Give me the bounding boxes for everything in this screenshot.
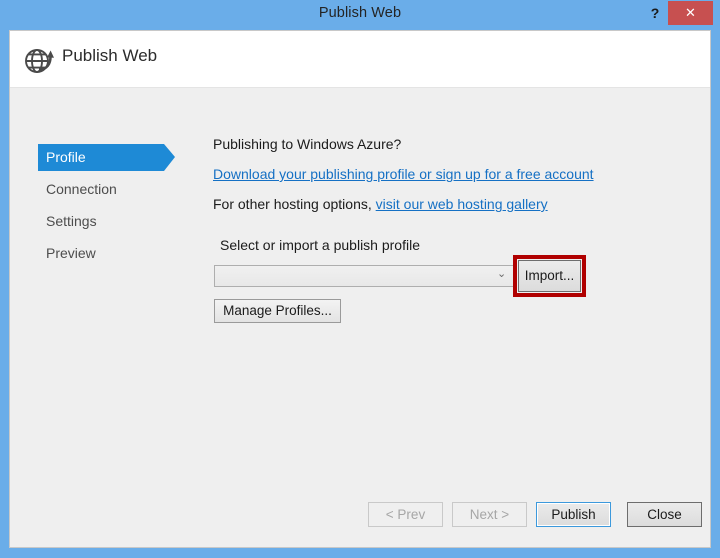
sidebar-item-label: Settings [46,213,97,229]
title-bar: Publish Web ? ✕ [0,0,720,30]
dialog-footer: < Prev Next > Publish Close [200,493,710,547]
prev-button[interactable]: < Prev [368,502,443,527]
sidebar-item-label: Connection [46,181,117,197]
dialog-client-area: Publish Web Profile Connection Settings … [9,30,711,548]
dialog-title: Publish Web [62,46,158,65]
help-button[interactable]: ? [644,1,666,25]
select-profile-label: Select or import a publish profile [220,237,420,253]
azure-prompt-text: Publishing to Windows Azure? [213,136,402,152]
sidebar-item-label: Preview [46,245,96,261]
hosting-options-text: For other hosting options, [213,196,372,212]
publish-web-window: Publish Web ? ✕ Publish Web Profile Conn… [0,0,720,558]
wizard-sidebar: Profile Connection Settings Preview [10,88,200,547]
sidebar-selected-arrow-icon [164,144,175,171]
profile-panel: Publishing to Windows Azure? Download yo… [200,88,710,547]
azure-publishing-profile-link[interactable]: Download your publishing profile or sign… [213,166,594,182]
sidebar-item-settings[interactable]: Settings [38,208,164,235]
publish-button[interactable]: Publish [536,502,611,527]
close-window-button[interactable]: ✕ [668,1,713,25]
web-hosting-gallery-link[interactable]: visit our web hosting gallery [376,196,548,212]
sidebar-item-connection[interactable]: Connection [38,176,164,203]
globe-publish-icon [22,43,56,77]
sidebar-item-profile[interactable]: Profile [38,144,164,171]
import-button[interactable]: Import... [518,260,581,292]
window-title: Publish Web [318,5,402,21]
dialog-header: Publish Web [10,31,710,88]
chevron-down-icon: ⌄ [497,268,507,280]
manage-profiles-button[interactable]: Manage Profiles... [214,299,341,323]
close-button[interactable]: Close [627,502,702,527]
hosting-options-line: For other hosting options, visit our web… [213,196,548,212]
next-button[interactable]: Next > [452,502,527,527]
sidebar-item-preview[interactable]: Preview [38,240,164,267]
sidebar-item-label: Profile [46,149,86,165]
publish-profile-combobox[interactable]: ⌄ [214,265,514,287]
